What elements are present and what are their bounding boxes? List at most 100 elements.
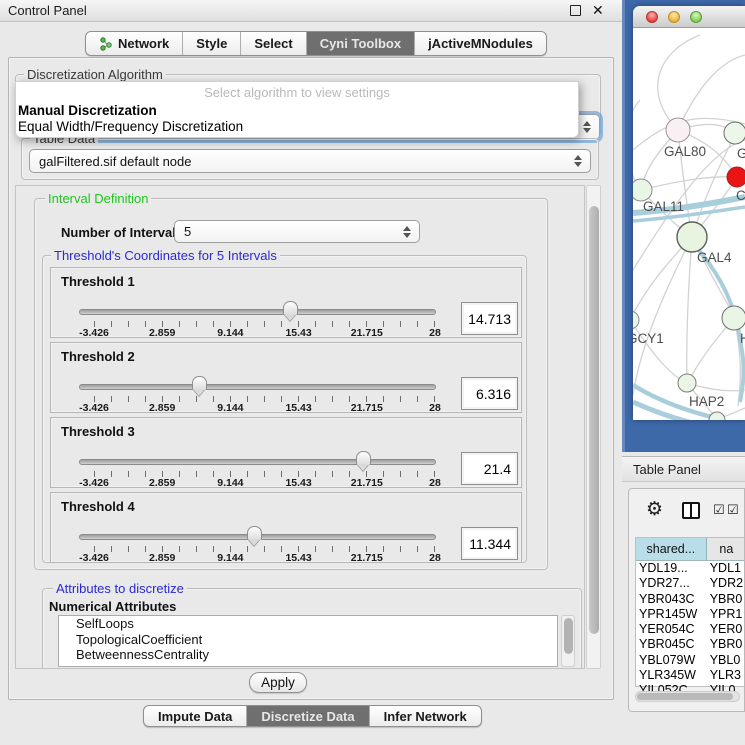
top-tab-bar: Network Style Select Cyni Toolbox jActiv… xyxy=(85,31,547,56)
list-item[interactable]: TopologicalCoefficient xyxy=(59,632,557,648)
threshold-2-value-field[interactable]: 6.316 xyxy=(461,377,518,410)
threshold-1-slider-thumb[interactable] xyxy=(283,301,298,322)
tab-jactivemnodules[interactable]: jActiveMNodules xyxy=(415,32,546,55)
threshold-1-panel: Threshold 1 -3.4262.8599.14415.4321.7152… xyxy=(50,267,522,338)
tab-cyni-toolbox[interactable]: Cyni Toolbox xyxy=(307,32,415,55)
combo-stepper-icon xyxy=(574,155,583,167)
node-label: HAP2 xyxy=(689,394,724,409)
attributes-list[interactable]: SelfLoops TopologicalCoefficient Between… xyxy=(58,615,558,667)
scrollbar-thumb[interactable] xyxy=(589,206,599,634)
threshold-2-panel: Threshold 2 -3.4262.8599.14415.4321.7152… xyxy=(50,342,522,413)
bottom-tab-bar: Impute Data Discretize Data Infer Networ… xyxy=(143,705,482,727)
threshold-3-panel: Threshold 3 -3.4262.8599.14415.4321.7152… xyxy=(50,417,522,488)
gear-icon[interactable]: ⚙ xyxy=(646,499,663,521)
apply-button[interactable]: Apply xyxy=(249,672,307,693)
node-gcy1 xyxy=(633,311,639,329)
table-row[interactable]: YLR345WYLR3 xyxy=(636,668,745,683)
number-of-intervals-select[interactable]: 5 xyxy=(174,220,420,243)
tab-style[interactable]: Style xyxy=(183,32,241,55)
attributes-scrollbar[interactable] xyxy=(561,615,575,667)
scrollbar-thumb[interactable] xyxy=(564,618,573,654)
table-row[interactable]: YER054CYER0 xyxy=(636,622,745,637)
tab-discretize-data[interactable]: Discretize Data xyxy=(247,706,369,726)
column-header-shared-name[interactable]: shared... xyxy=(636,538,707,560)
table-row[interactable]: YBR045CYBR0 xyxy=(636,637,745,652)
zoom-traffic-light-icon[interactable] xyxy=(690,11,702,23)
control-panel: Control Panel ✕ Network Style Select xyxy=(0,0,622,745)
columns-icon[interactable] xyxy=(682,502,700,519)
threshold-label: Threshold 1 xyxy=(61,274,135,289)
node-h xyxy=(722,306,745,330)
tab-network[interactable]: Network xyxy=(86,32,183,55)
close-traffic-light-icon[interactable] xyxy=(646,11,658,23)
table-row[interactable]: YDR27...YDR2 xyxy=(636,576,745,591)
dropdown-item-manual-discretization[interactable]: Manual Discretization xyxy=(18,103,157,118)
group-title: Discretization Algorithm xyxy=(24,67,166,82)
threshold-3-value-field[interactable]: 21.4 xyxy=(461,452,518,485)
table-horizontal-scrollbar[interactable] xyxy=(635,691,740,702)
node-gal11 xyxy=(633,179,652,201)
table-row[interactable]: YDL19...YDL1 xyxy=(636,561,745,576)
node-gal4 xyxy=(677,222,707,252)
node-partial-right-top xyxy=(724,122,745,144)
number-of-intervals-label: Number of Intervals xyxy=(61,225,183,240)
table-panel: ⚙ ☑ ☑ shared... na YDL19...YDL1 YDR27...… xyxy=(628,488,745,712)
threshold-label: Threshold 2 xyxy=(61,349,135,364)
threshold-3-slider-track[interactable] xyxy=(79,459,436,465)
threshold-1-slider-track[interactable] xyxy=(79,309,436,315)
tab-select[interactable]: Select xyxy=(241,32,306,55)
slider-tick-labels: -3.4262.8599.14415.4321.71528 xyxy=(94,552,435,564)
network-window-titlebar[interactable] xyxy=(633,6,745,28)
attributes-group: Attributes to discretize Numerical Attri… xyxy=(42,588,582,669)
threshold-1-value-field[interactable]: 14.713 xyxy=(461,302,518,335)
threshold-3-slider-thumb[interactable] xyxy=(356,451,371,472)
dropdown-hint: Select algorithm to view settings xyxy=(16,85,578,100)
tab-label: Cyni Toolbox xyxy=(320,36,401,51)
combo-stepper-icon xyxy=(583,121,592,133)
threshold-label: Threshold 3 xyxy=(61,424,135,439)
network-icon xyxy=(99,37,113,51)
table-data-value: galFiltered.sif default node xyxy=(39,154,191,169)
list-item[interactable]: SelfLoops xyxy=(59,616,557,632)
network-canvas[interactable]: GAL80 GA C GAL11 GAL4 GCY1 H HAP2 xyxy=(633,28,745,420)
column-header-name[interactable]: na xyxy=(707,538,745,560)
list-item[interactable]: BetweennessCentrality xyxy=(59,647,557,663)
checkbox-icon[interactable]: ☑ xyxy=(713,502,725,518)
tab-infer-network[interactable]: Infer Network xyxy=(370,706,481,726)
minimize-traffic-light-icon[interactable] xyxy=(668,11,680,23)
slider-tick-labels: -3.4262.8599.14415.4321.71528 xyxy=(94,402,435,414)
threshold-2-slider-thumb[interactable] xyxy=(192,376,207,397)
app-root: Control Panel ✕ Network Style Select xyxy=(0,0,745,745)
dropdown-item-equal-width[interactable]: Equal Width/Frequency Discretization xyxy=(18,119,243,134)
table-data-select[interactable]: galFiltered.sif default node xyxy=(29,149,591,173)
group-title: Attributes to discretize xyxy=(53,581,187,596)
table-header-row: shared... na xyxy=(636,538,745,561)
slider-tick-labels: -3.4262.8599.14415.4321.71528 xyxy=(94,327,435,339)
network-window-frame: GAL80 GA C GAL11 GAL4 GCY1 H HAP2 xyxy=(622,0,745,452)
float-window-icon[interactable] xyxy=(570,5,581,16)
settings-scrollbar[interactable] xyxy=(586,185,601,669)
node-label: C xyxy=(736,188,745,203)
threshold-4-panel: Threshold 4 -3.4262.8599.14415.4321.7152… xyxy=(50,492,522,563)
threshold-4-slider-thumb[interactable] xyxy=(247,526,262,547)
node-partial-bottom xyxy=(709,412,725,420)
algorithm-dropdown-popup: Select algorithm to view settings Manual… xyxy=(15,81,579,138)
node-red xyxy=(727,167,745,187)
table-row[interactable]: YBL079WYBL0 xyxy=(636,653,745,668)
threshold-2-slider-track[interactable] xyxy=(79,384,436,390)
node-label: GAL4 xyxy=(697,250,732,265)
panel-title: Table Panel xyxy=(633,462,701,477)
close-icon[interactable]: ✕ xyxy=(592,2,604,19)
tab-impute-data[interactable]: Impute Data xyxy=(144,706,247,726)
node-label: GAL11 xyxy=(643,199,684,214)
network-window: GAL80 GA C GAL11 GAL4 GCY1 H HAP2 xyxy=(633,6,745,420)
graph-nodes xyxy=(633,118,745,420)
slider-tick-labels: -3.4262.8599.14415.4321.71528 xyxy=(94,477,435,489)
table-row[interactable]: YPR145WYPR1 xyxy=(636,607,745,622)
threshold-4-value-field[interactable]: 11.344 xyxy=(461,527,518,560)
settings-viewport: Interval Definition Number of Intervals … xyxy=(15,185,585,669)
table-row[interactable]: YBR043CYBR0 xyxy=(636,592,745,607)
checkbox-icon[interactable]: ☑ xyxy=(727,502,739,518)
scrollbar-thumb[interactable] xyxy=(637,693,733,700)
interval-definition-group: Interval Definition Number of Intervals … xyxy=(34,198,548,570)
